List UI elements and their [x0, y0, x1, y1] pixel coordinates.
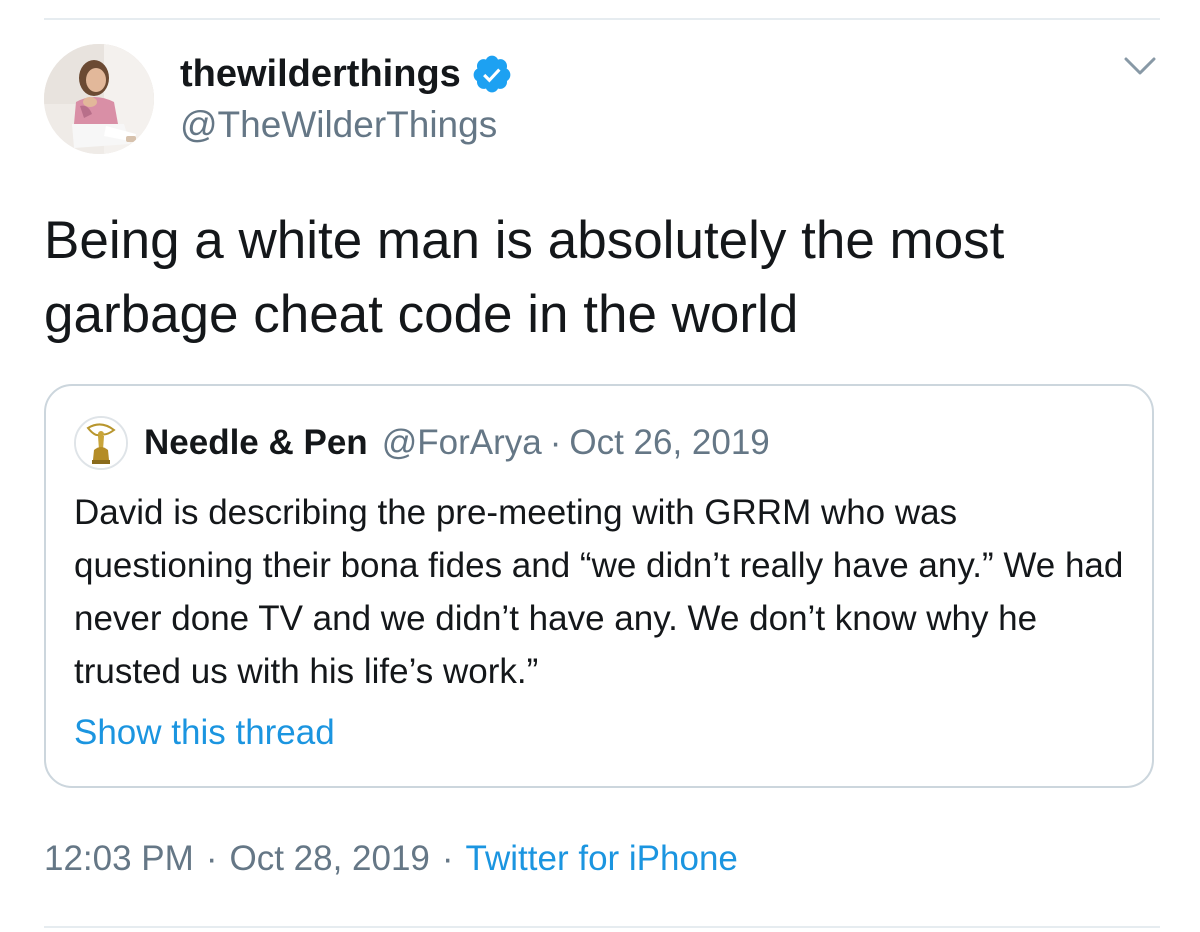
metadata-separator: ·: [205, 839, 218, 878]
metadata-separator: ·: [441, 839, 454, 878]
quoted-author-name: Needle & Pen: [144, 423, 368, 462]
tweet-metadata: 12:03 PM · Oct 28, 2019 · Twitter for iP…: [44, 832, 738, 886]
quoted-header-separator: ·: [549, 423, 562, 462]
quoted-author-handle: @ForArya: [381, 423, 542, 462]
show-thread-link[interactable]: Show this thread: [74, 708, 335, 758]
emmy-award-icon: [76, 418, 126, 468]
tweet-source-link[interactable]: Twitter for iPhone: [466, 839, 738, 879]
top-divider: [44, 18, 1160, 20]
quoted-tweet-text: David is describing the pre-meeting with…: [74, 493, 1124, 691]
verified-badge-icon: [471, 53, 513, 95]
quoted-author-avatar: [74, 416, 128, 470]
bottom-divider: [44, 926, 1160, 928]
quoted-tweet-card[interactable]: Needle & Pen @ForArya · Oct 26, 2019 Dav…: [44, 384, 1154, 788]
chevron-down-icon[interactable]: [1122, 50, 1158, 80]
author-handle[interactable]: @TheWilderThings: [180, 100, 497, 150]
profile-photo: [44, 44, 154, 154]
author-avatar[interactable]: [44, 44, 154, 154]
author-display-name[interactable]: thewilderthings: [180, 44, 461, 104]
author-name-row: thewilderthings: [180, 44, 513, 104]
quoted-tweet-header: Needle & Pen @ForArya · Oct 26, 2019: [144, 416, 770, 470]
quoted-tweet-date: Oct 26, 2019: [569, 423, 770, 462]
tweet-text: Being a white man is absolutely the most…: [44, 211, 1005, 344]
tweet-time[interactable]: 12:03 PM: [44, 839, 194, 879]
tweet-date[interactable]: Oct 28, 2019: [229, 839, 429, 879]
